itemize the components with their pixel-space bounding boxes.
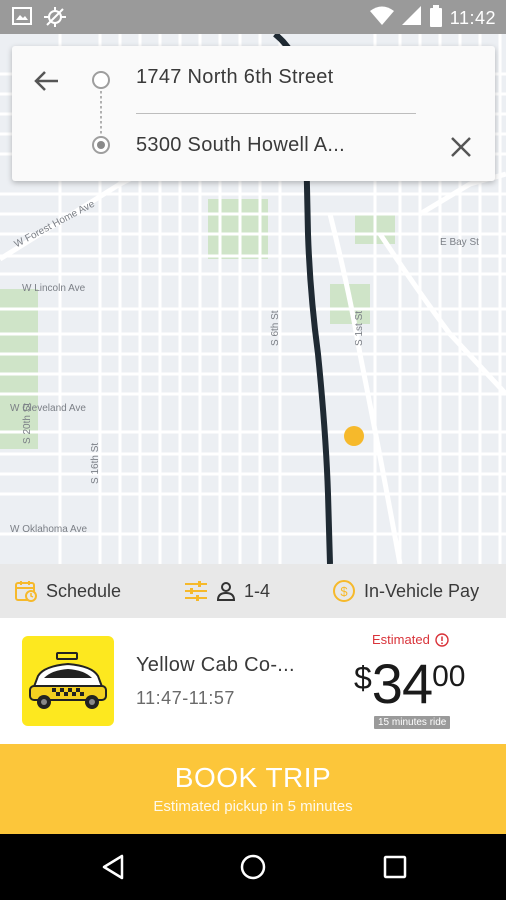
price-currency: $ [354,660,372,696]
square-recents-icon [383,855,407,879]
status-bar: 11:42 [0,0,506,34]
calendar-clock-icon [15,581,37,602]
price-whole: 34 [371,652,433,715]
street-label: W Lincoln Ave [22,283,86,294]
street-label: S 16th St [90,442,101,484]
taxi-car-icon [29,652,107,709]
filters-icon [185,581,207,601]
divider [136,113,416,114]
nav-recents-button[interactable] [380,852,410,882]
triangle-back-icon [102,854,124,880]
street-label: E Bay St [440,237,479,248]
price-cents: 00 [432,660,466,693]
book-trip-button[interactable]: BOOK TRIP Estimated pickup in 5 minutes [0,744,506,834]
trip-option-card[interactable]: Yellow Cab Co-... 11:47-11:57 Estimated … [0,618,506,744]
yellow-cab-logo [22,636,114,726]
gps-off-icon [44,7,66,32]
street-label: S 20th St [22,402,33,444]
pickup-location-marker [344,426,364,446]
clear-destination-button[interactable] [448,134,474,160]
circle-home-icon [240,854,266,880]
pickup-estimate: Estimated pickup in 5 minutes [153,798,353,815]
estimated-label: Estimated [372,632,430,647]
book-trip-label: BOOK TRIP [174,762,332,793]
company-name: Yellow Cab Co-... [136,654,295,676]
origin-dot-icon [92,71,110,89]
system-nav-bar [0,834,506,900]
back-button[interactable] [32,66,62,96]
destination-dot-icon [92,136,110,154]
image-icon [12,7,32,32]
svg-text:$: $ [340,584,348,599]
passengers-button[interactable]: 1-4 [184,564,270,618]
street-label: W Oklahoma Ave [10,524,88,535]
arrival-time-range: 11:47-11:57 [136,688,235,708]
payment-label: In-Vehicle Pay [364,580,480,601]
info-icon[interactable] [435,632,449,647]
schedule-button[interactable]: Schedule [14,564,121,618]
arrow-left-icon [34,71,58,91]
route-card: 1747 North 6th Street 5300 South Howell … [12,46,495,181]
nav-home-button[interactable] [238,852,268,882]
dollar-coin-icon: $ [333,580,355,602]
nav-back-button[interactable] [98,852,128,882]
ride-duration-badge: 15 minutes ride [374,716,451,729]
person-icon [216,582,236,601]
estimated-label-wrap: Estimated [372,632,449,647]
wifi-icon [369,6,394,31]
schedule-label: Schedule [46,580,122,601]
payment-button[interactable]: $ In-Vehicle Pay [332,564,479,618]
close-icon [451,137,471,157]
origin-field[interactable]: 1747 North 6th Street [136,66,334,89]
status-time: 11:42 [449,8,496,28]
cellular-signal-icon [401,6,422,31]
route-connector [100,91,102,135]
price: $ 34 00 [354,656,465,712]
passengers-label: 1-4 [244,580,271,601]
options-bar: Schedule 1-4 $ In-Vehicle Pay [0,564,506,618]
street-label: S 6th St [270,310,281,346]
battery-icon [429,5,442,32]
street-label: S 1st St [354,310,365,346]
destination-field[interactable]: 5300 South Howell A... [136,134,386,157]
